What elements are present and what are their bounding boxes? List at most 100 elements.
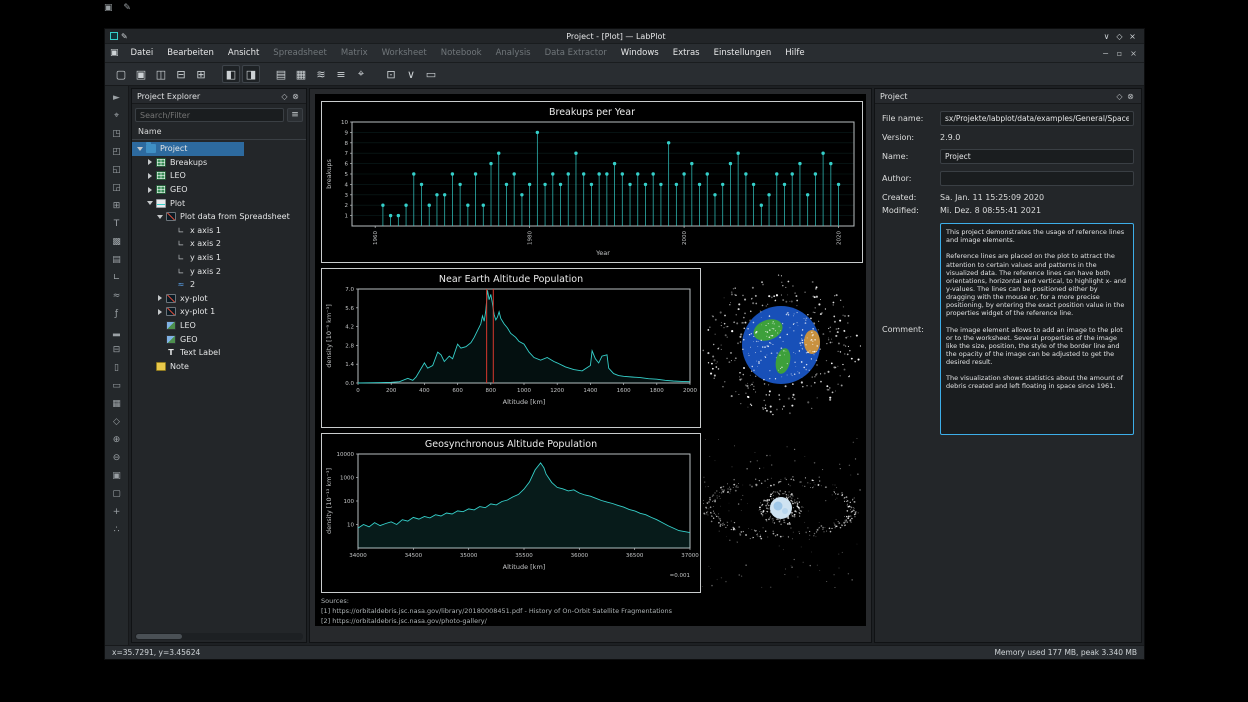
expander-closed-icon[interactable] bbox=[145, 171, 154, 180]
toggle-project-explorer-button[interactable]: ◧ bbox=[222, 65, 240, 83]
export-button[interactable]: ⊡ bbox=[382, 65, 400, 83]
vertical-layout-icon[interactable]: ▯ bbox=[109, 361, 125, 375]
close-panel-icon[interactable]: ⊗ bbox=[1125, 92, 1136, 101]
author-input[interactable] bbox=[940, 171, 1134, 186]
add-plot-template-icon[interactable]: ⊞ bbox=[109, 199, 125, 213]
break-layout-icon[interactable]: ◇ bbox=[109, 415, 125, 429]
expander-closed-icon[interactable] bbox=[145, 158, 154, 167]
zoom-select-icon[interactable]: ▢ bbox=[109, 487, 125, 501]
tree-item-y-axis-1-8[interactable]: ∟y axis 1 bbox=[132, 251, 306, 265]
add-histogram-icon[interactable]: ▂ bbox=[109, 325, 125, 339]
toggle-properties-button[interactable]: ◨ bbox=[242, 65, 260, 83]
float-panel-icon[interactable]: ◇ bbox=[1114, 92, 1125, 101]
scrollbar-handle[interactable] bbox=[136, 634, 182, 639]
crosshair-tool-icon[interactable]: ⌖ bbox=[109, 109, 125, 123]
titlebar[interactable]: ✎ Project - [Plot] — LabPlot ∨◇× bbox=[105, 29, 1144, 44]
add-plot-centered-axes-icon[interactable]: ◱ bbox=[109, 163, 125, 177]
tree-item-x-axis-2-7[interactable]: ∟x axis 2 bbox=[132, 237, 306, 251]
new-project-button[interactable]: ▢ bbox=[112, 65, 130, 83]
name-input[interactable] bbox=[940, 149, 1134, 164]
comment-textarea[interactable]: This project demonstrates the usage of r… bbox=[940, 223, 1134, 435]
file-name-input[interactable] bbox=[940, 111, 1134, 126]
maximize-window-icon[interactable]: ◇ bbox=[1113, 32, 1126, 41]
menu-ansicht[interactable]: Ansicht bbox=[221, 46, 266, 60]
menubar-app-icon[interactable]: ▣ bbox=[110, 48, 119, 58]
tree-item-geo-3[interactable]: GEO bbox=[132, 183, 306, 197]
print-preview-button[interactable]: ⊞ bbox=[192, 65, 210, 83]
zoom-in-icon[interactable]: ⊕ bbox=[109, 433, 125, 447]
leo-debris-image[interactable] bbox=[701, 273, 861, 423]
new-folder-button[interactable]: ▭ bbox=[422, 65, 440, 83]
menu-datei[interactable]: Datei bbox=[124, 46, 161, 60]
expander-open-icon[interactable] bbox=[155, 212, 164, 221]
chart-geosynchronous-altitude[interactable]: Geosynchronous Altitude Population101001… bbox=[321, 433, 701, 593]
mdi-close-icon[interactable]: × bbox=[1128, 49, 1139, 58]
tree-item-project-0[interactable]: Project bbox=[132, 142, 306, 156]
tree-item-leo-2[interactable]: LEO bbox=[132, 169, 306, 183]
horizontal-layout-icon[interactable]: ▭ bbox=[109, 379, 125, 393]
project-explorer-header[interactable]: Project Explorer ◇ ⊗ bbox=[132, 89, 306, 104]
grid-layout-icon[interactable]: ▦ bbox=[109, 397, 125, 411]
expander-closed-icon[interactable] bbox=[145, 185, 154, 194]
search-input[interactable] bbox=[135, 108, 284, 122]
mdi-minimize-icon[interactable]: − bbox=[1100, 49, 1111, 58]
add-plot-origin-axes-icon[interactable]: ◲ bbox=[109, 181, 125, 195]
add-equation-curve-icon[interactable]: ƒ bbox=[109, 307, 125, 321]
menu-extras[interactable]: Extras bbox=[666, 46, 707, 60]
chart-breakups-per-year[interactable]: Breakups per Year12345678910196019802000… bbox=[321, 101, 863, 263]
new-worksheet-button[interactable]: ≋ bbox=[312, 65, 330, 83]
data-extractor-button[interactable]: ⌖ bbox=[352, 65, 370, 83]
add-plot-two-axes-icon[interactable]: ◰ bbox=[109, 145, 125, 159]
tree-item-breakups-1[interactable]: Breakups bbox=[132, 156, 306, 170]
menu-windows[interactable]: Windows bbox=[614, 46, 666, 60]
new-object-dropdown[interactable]: ∨ bbox=[402, 65, 420, 83]
cursor-tool-icon[interactable]: ∴ bbox=[109, 523, 125, 537]
tree-item-y-axis-2-9[interactable]: ∟y axis 2 bbox=[132, 264, 306, 278]
expander-closed-icon[interactable] bbox=[155, 307, 164, 316]
tree-item-text-label-15[interactable]: TText Label bbox=[132, 346, 306, 360]
expander-closed-icon[interactable] bbox=[155, 294, 164, 303]
expander-open-icon[interactable] bbox=[145, 199, 154, 208]
filter-options-button[interactable]: ≡ bbox=[287, 108, 303, 122]
tree-item-geo-14[interactable]: GEO bbox=[132, 332, 306, 346]
tree-horizontal-scrollbar[interactable] bbox=[135, 633, 303, 640]
tree-item-xy-plot-1-12[interactable]: xy-plot 1 bbox=[132, 305, 306, 319]
mdi-restore-icon[interactable]: ▫ bbox=[1114, 49, 1125, 58]
tree-item-note-16[interactable]: Note bbox=[132, 360, 306, 374]
navigate-icon[interactable]: + bbox=[109, 505, 125, 519]
print-button[interactable]: ⊟ bbox=[172, 65, 190, 83]
properties-header[interactable]: Project ◇ ⊗ bbox=[875, 89, 1141, 104]
worksheet-canvas[interactable]: Breakups per Year12345678910196019802000… bbox=[315, 94, 866, 626]
new-notebook-button[interactable]: ≡ bbox=[332, 65, 350, 83]
shade-window-icon[interactable]: ∨ bbox=[1100, 32, 1113, 41]
save-project-button[interactable]: ◫ bbox=[152, 65, 170, 83]
expander-open-icon[interactable] bbox=[135, 144, 144, 153]
close-window-icon[interactable]: × bbox=[1126, 32, 1139, 41]
zoom-fit-icon[interactable]: ▣ bbox=[109, 469, 125, 483]
add-text-label-icon[interactable]: T bbox=[109, 217, 125, 231]
geo-debris-image[interactable] bbox=[701, 438, 861, 588]
tree-item-xy-plot-11[interactable]: xy-plot bbox=[132, 292, 306, 306]
tree-item-leo-13[interactable]: LEO bbox=[132, 319, 306, 333]
new-matrix-button[interactable]: ▦ bbox=[292, 65, 310, 83]
tree-item-plot-data-from-spreadsheet-5[interactable]: Plot data from Spreadsheet bbox=[132, 210, 306, 224]
tree-item-plot-4[interactable]: Plot bbox=[132, 196, 306, 210]
open-project-button[interactable]: ▣ bbox=[132, 65, 150, 83]
chart-near-earth-altitude[interactable]: Near Earth Altitude Population0.01.42.84… bbox=[321, 268, 701, 428]
add-boxplot-icon[interactable]: ⊟ bbox=[109, 343, 125, 357]
add-image-icon[interactable]: ▩ bbox=[109, 235, 125, 249]
new-spreadsheet-button[interactable]: ▤ bbox=[272, 65, 290, 83]
tree-column-header[interactable]: Name bbox=[132, 125, 306, 140]
float-panel-icon[interactable]: ◇ bbox=[279, 92, 290, 101]
tree-item-x-axis-1-6[interactable]: ∟x axis 1 bbox=[132, 224, 306, 238]
menu-einstellungen[interactable]: Einstellungen bbox=[707, 46, 779, 60]
menu-hilfe[interactable]: Hilfe bbox=[778, 46, 811, 60]
add-xy-curve-icon[interactable]: ≈ bbox=[109, 289, 125, 303]
select-tool-icon[interactable]: ► bbox=[109, 91, 125, 105]
add-legend-icon[interactable]: ▤ bbox=[109, 253, 125, 267]
menu-bearbeiten[interactable]: Bearbeiten bbox=[160, 46, 221, 60]
tree-item-2-10[interactable]: ≈2 bbox=[132, 278, 306, 292]
close-panel-icon[interactable]: ⊗ bbox=[290, 92, 301, 101]
add-axis-icon[interactable]: ∟ bbox=[109, 271, 125, 285]
zoom-out-icon[interactable]: ⊖ bbox=[109, 451, 125, 465]
